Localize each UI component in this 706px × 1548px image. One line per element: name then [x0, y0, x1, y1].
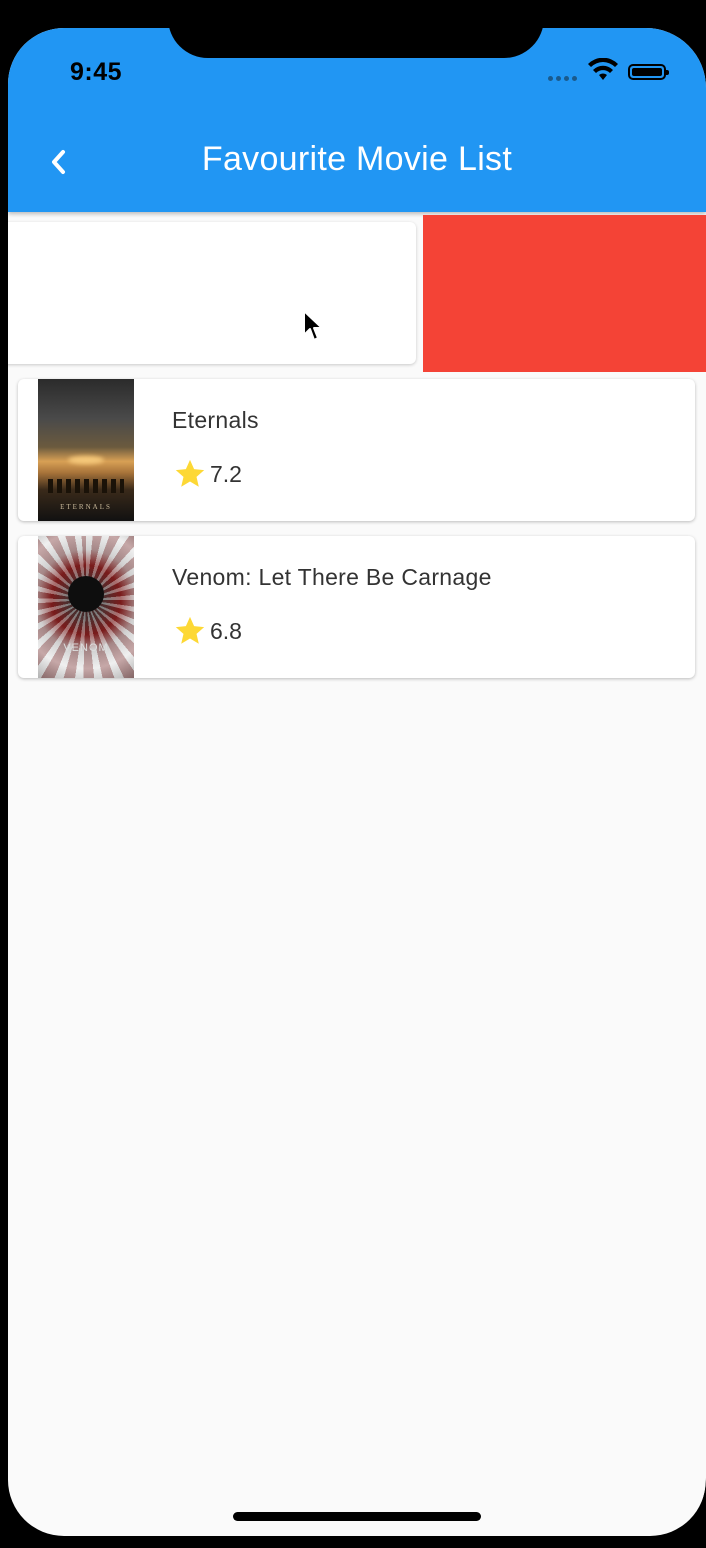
- movie-title: Eternals: [172, 407, 259, 433]
- page-title: Favourite Movie List: [201, 140, 513, 178]
- movie-poster: ETERNALS: [38, 379, 134, 521]
- star-icon: [175, 459, 205, 487]
- movie-rating: 7.2: [172, 457, 242, 491]
- mouse-cursor-icon: [303, 310, 323, 341]
- movie-poster: VENOM: [38, 536, 134, 678]
- device-frame: 9:45 Favourite Movie List ETERNALS Etern…: [0, 0, 706, 1548]
- list-item-dismissing[interactable]: [8, 222, 416, 364]
- status-time: 9:45: [70, 58, 123, 86]
- movie-rating: 6.8: [172, 614, 242, 648]
- battery-icon: [628, 64, 669, 80]
- wifi-icon: [588, 58, 618, 80]
- list-item[interactable]: VENOM Venom: Let There Be Carnage 6.8: [18, 536, 695, 678]
- rating-value: 6.8: [210, 617, 242, 644]
- rating-value: 7.2: [210, 460, 242, 487]
- screen: 9:45 Favourite Movie List ETERNALS Etern…: [8, 28, 706, 1536]
- device-notch: [168, 0, 544, 58]
- list-item[interactable]: ETERNALS Eternals 7.2: [18, 379, 695, 521]
- movie-title: Venom: Let There Be Carnage: [172, 564, 492, 590]
- swipe-delete-background: [423, 215, 706, 372]
- star-icon: [175, 616, 205, 644]
- home-indicator[interactable]: [233, 1512, 481, 1521]
- cellular-signal-icon: [548, 74, 580, 82]
